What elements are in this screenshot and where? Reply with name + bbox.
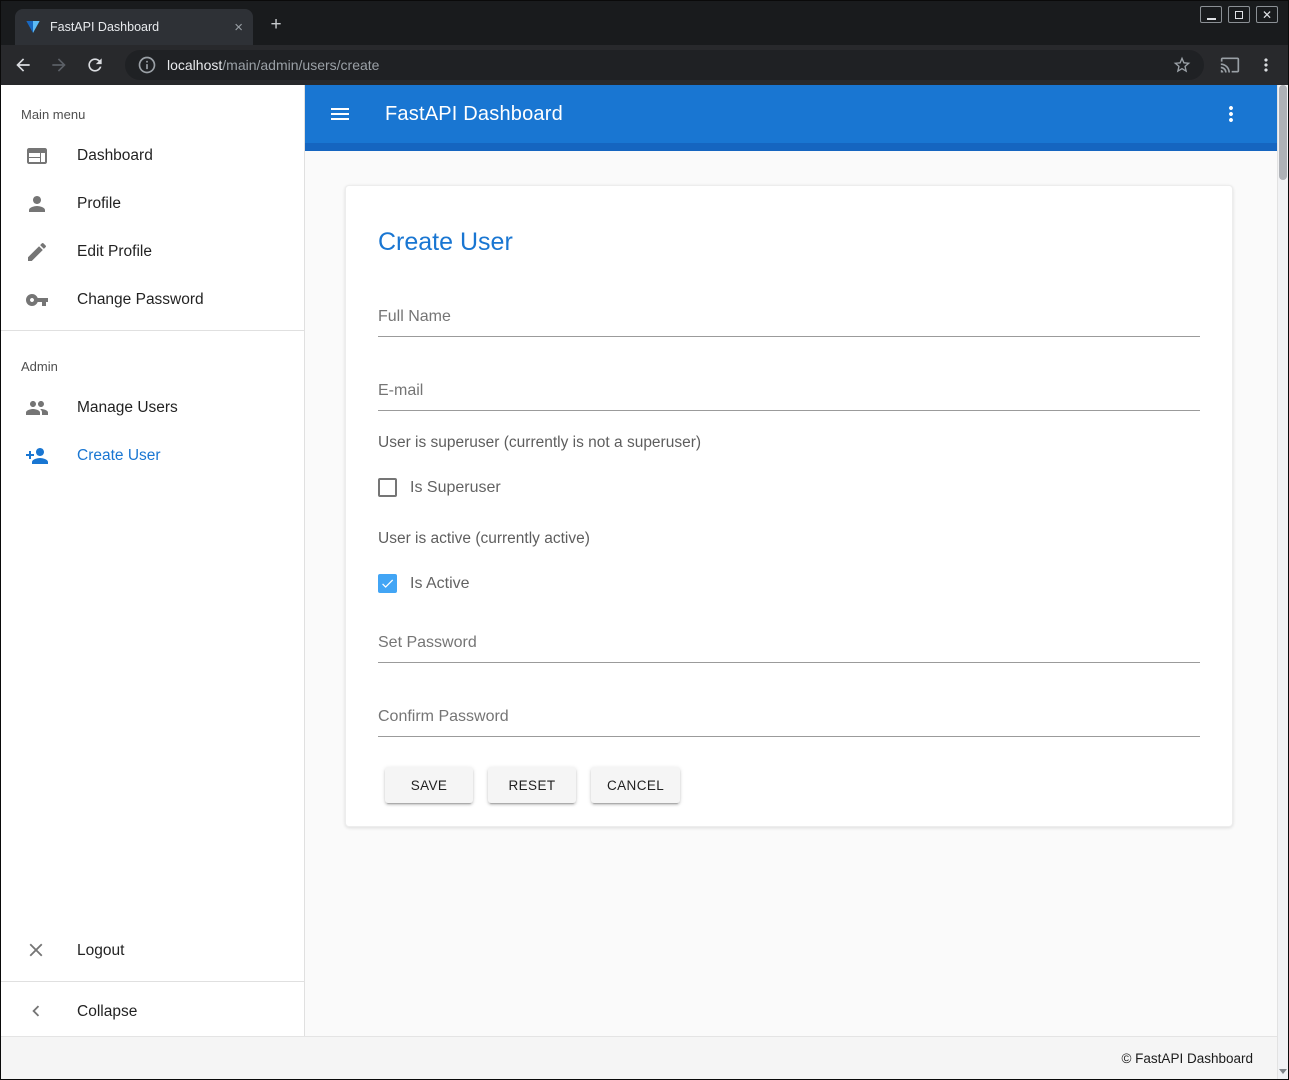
browser-toolbar: localhost/main/admin/users/create	[1, 45, 1288, 85]
copyright-text: © FastAPI Dashboard	[1121, 1051, 1253, 1066]
sidebar-item-label: Edit Profile	[77, 243, 152, 261]
is-superuser-label: Is Superuser	[410, 479, 501, 497]
scrollbar[interactable]	[1277, 85, 1288, 1079]
sidebar-item-label: Profile	[77, 195, 121, 213]
close-icon: ✕	[1262, 9, 1272, 21]
email-field[interactable]: E-mail	[378, 381, 1200, 411]
checkbox-checked-icon	[378, 574, 397, 593]
reload-button[interactable]	[85, 55, 105, 75]
sidebar-item-dashboard[interactable]: Dashboard	[1, 132, 304, 180]
full-name-field[interactable]: Full Name	[378, 307, 1200, 337]
email-label: E-mail	[378, 381, 1200, 400]
window-controls: ✕	[1200, 6, 1278, 23]
appbar-shadow	[305, 143, 1277, 151]
confirm-password-label: Confirm Password	[378, 707, 1200, 726]
sidebar-item-collapse[interactable]: Collapse	[1, 988, 304, 1036]
save-button[interactable]: SAVE	[385, 767, 473, 803]
appbar-menu-button[interactable]	[1219, 102, 1243, 126]
close-window-button[interactable]: ✕	[1256, 6, 1278, 23]
new-tab-button[interactable]: +	[265, 14, 287, 36]
pencil-icon	[25, 240, 49, 264]
forward-button[interactable]	[49, 55, 69, 75]
browser-menu-button[interactable]	[1256, 55, 1276, 75]
appbar-title: FastAPI Dashboard	[385, 103, 1219, 126]
dashboard-icon	[25, 144, 49, 168]
full-name-label: Full Name	[378, 307, 1200, 326]
browser-window: FastAPI Dashboard × + ✕ localhost/main/a…	[0, 0, 1289, 1080]
maximize-button[interactable]	[1228, 6, 1250, 23]
checkbox-unchecked-icon	[378, 478, 397, 497]
form-actions: SAVE RESET CANCEL	[378, 767, 1200, 803]
sidebar-section-admin: Admin	[1, 337, 304, 384]
back-button[interactable]	[13, 55, 33, 75]
divider	[1, 981, 304, 982]
set-password-label: Set Password	[378, 633, 1200, 652]
tab-close-icon[interactable]: ×	[234, 19, 243, 36]
is-active-checkbox[interactable]: Is Active	[378, 574, 1200, 593]
create-user-card: Create User Full Name E-mail User is sup…	[345, 185, 1233, 827]
sidebar-item-label: Dashboard	[77, 147, 153, 165]
sidebar: Main menu Dashboard Profile Edit Profile…	[1, 85, 305, 1036]
page-title: Create User	[378, 228, 1200, 257]
main-content: Create User Full Name E-mail User is sup…	[305, 151, 1277, 1036]
sidebar-item-manage-users[interactable]: Manage Users	[1, 384, 304, 432]
menu-icon	[328, 102, 352, 126]
active-hint: User is active (currently active)	[378, 529, 1200, 548]
url-path: /main/admin/users/create	[222, 57, 379, 73]
people-icon	[25, 396, 49, 420]
scrollbar-down-arrow-icon[interactable]	[1278, 1065, 1288, 1077]
vuetify-logo-icon	[25, 19, 41, 35]
reload-icon	[85, 55, 105, 75]
arrow-forward-icon	[49, 55, 69, 75]
divider	[1, 330, 304, 331]
hamburger-menu-button[interactable]	[328, 102, 352, 126]
sidebar-bottom: Logout Collapse	[1, 927, 304, 1036]
address-bar[interactable]: localhost/main/admin/users/create	[125, 50, 1204, 80]
reset-button[interactable]: RESET	[488, 767, 576, 803]
sidebar-item-logout[interactable]: Logout	[1, 927, 304, 975]
url-text[interactable]: localhost/main/admin/users/create	[167, 57, 379, 73]
scrollbar-thumb[interactable]	[1279, 85, 1287, 180]
cast-button[interactable]	[1220, 55, 1240, 75]
site-info-icon[interactable]	[137, 55, 157, 75]
is-active-label: Is Active	[410, 575, 470, 593]
close-icon	[25, 939, 49, 963]
set-password-field[interactable]: Set Password	[378, 633, 1200, 663]
app-bar: FastAPI Dashboard	[305, 85, 1277, 143]
superuser-hint: User is superuser (currently is not a su…	[378, 433, 1200, 452]
chevron-left-icon	[25, 1000, 49, 1024]
sidebar-item-create-user[interactable]: Create User	[1, 432, 304, 480]
cast-icon	[1220, 55, 1240, 75]
person-icon	[25, 192, 49, 216]
more-vert-icon	[1256, 55, 1276, 75]
sidebar-item-label: Create User	[77, 447, 161, 465]
browser-tab[interactable]: FastAPI Dashboard ×	[15, 9, 253, 45]
key-icon	[25, 288, 49, 312]
sidebar-section-main-menu: Main menu	[1, 85, 304, 132]
sidebar-item-label: Logout	[77, 942, 124, 960]
sidebar-item-label: Manage Users	[77, 399, 178, 417]
sidebar-item-change-password[interactable]: Change Password	[1, 276, 304, 324]
url-host: localhost	[167, 57, 222, 73]
is-superuser-checkbox[interactable]: Is Superuser	[378, 478, 1200, 497]
minimize-icon	[1207, 18, 1216, 20]
footer: © FastAPI Dashboard	[1, 1036, 1277, 1079]
confirm-password-field[interactable]: Confirm Password	[378, 707, 1200, 737]
sidebar-item-profile[interactable]: Profile	[1, 180, 304, 228]
bookmark-star-icon[interactable]	[1172, 55, 1192, 75]
sidebar-item-label: Change Password	[77, 291, 204, 309]
minimize-button[interactable]	[1200, 6, 1222, 23]
cancel-button[interactable]: CANCEL	[591, 767, 680, 803]
person-add-icon	[25, 444, 49, 468]
maximize-icon	[1235, 11, 1243, 19]
sidebar-item-label: Collapse	[77, 1003, 137, 1021]
more-vert-icon	[1219, 102, 1243, 126]
tab-title: FastAPI Dashboard	[50, 20, 226, 34]
browser-tab-strip: FastAPI Dashboard × + ✕	[1, 1, 1288, 45]
sidebar-item-edit-profile[interactable]: Edit Profile	[1, 228, 304, 276]
arrow-back-icon	[13, 55, 33, 75]
